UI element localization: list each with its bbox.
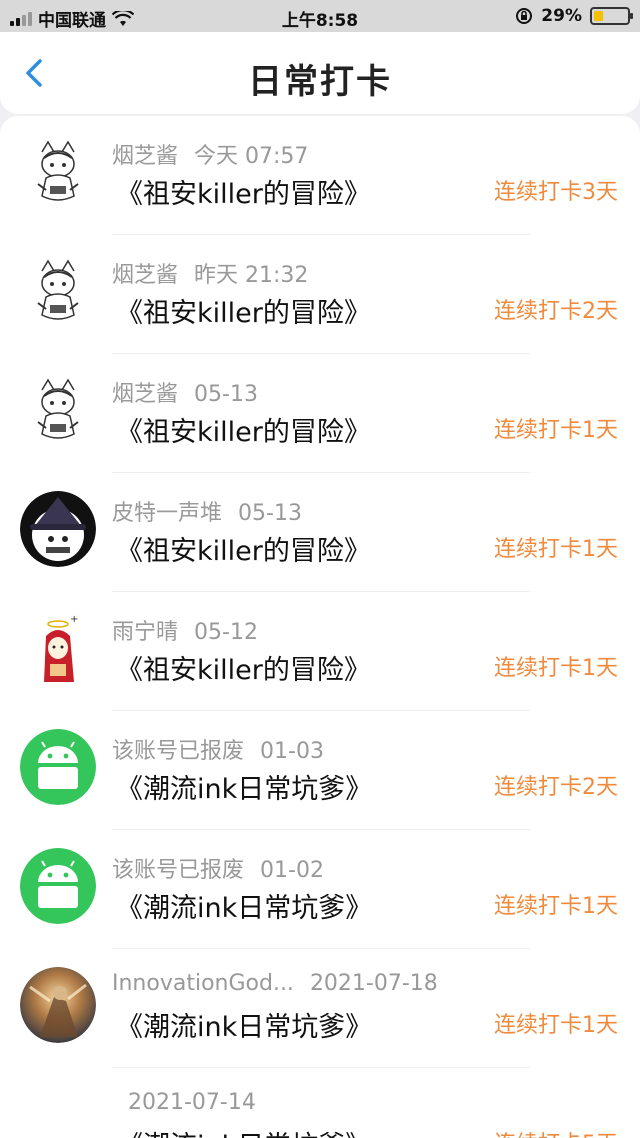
checkin-date: 05-13 xyxy=(194,382,258,407)
checkin-date: 2021-07-18 xyxy=(309,971,438,996)
checkin-date: 今天 07:57 xyxy=(194,144,309,169)
row-meta: 该账号已报废 01-02 xyxy=(112,852,324,884)
checkin-date: 01-02 xyxy=(260,858,324,883)
user-name[interactable]: 该账号已报废 xyxy=(112,858,244,883)
streak-label: 连续打卡5天 xyxy=(494,1126,618,1138)
book-title[interactable]: 《祖安killer的冒险》 xyxy=(116,410,371,449)
user-avatar[interactable] xyxy=(20,967,96,1043)
checkin-row[interactable]: 烟芝酱 05-13 《祖安killer的冒险》 连续打卡1天 xyxy=(0,354,640,473)
user-avatar[interactable]: + xyxy=(20,610,96,686)
nav-header: 日常打卡 xyxy=(0,32,640,114)
user-avatar[interactable] xyxy=(20,253,96,329)
user-avatar[interactable] xyxy=(20,848,96,924)
status-bar: 中国联通 上午8:58 29% xyxy=(0,0,640,32)
checkin-date: 05-13 xyxy=(238,501,302,526)
row-meta: 2021-07-14 xyxy=(128,1090,256,1115)
book-title[interactable]: 《潮流ink日常坑爹》 xyxy=(116,1005,372,1044)
checkin-date: 05-12 xyxy=(194,620,258,645)
page-title: 日常打卡 xyxy=(248,62,392,102)
checkin-row[interactable]: 烟芝酱 今天 07:57 《祖安killer的冒险》 连续打卡3天 xyxy=(0,116,640,235)
streak-label: 连续打卡1天 xyxy=(494,537,618,562)
streak-label: 连续打卡2天 xyxy=(494,775,618,800)
streak-label: 连续打卡1天 xyxy=(494,894,618,919)
user-name[interactable]: 雨宁晴 xyxy=(112,620,178,645)
status-right: 29% xyxy=(515,6,633,26)
book-title[interactable]: 《潮流ink日常坑爹》 xyxy=(116,1124,372,1138)
checkin-row[interactable]: 烟芝酱 昨天 21:32 《祖安killer的冒险》 连续打卡2天 xyxy=(0,235,640,354)
row-meta: 烟芝酱 昨天 21:32 xyxy=(112,257,308,289)
row-meta: 皮特一声堆 05-13 xyxy=(112,495,302,527)
checkin-row[interactable]: 皮特一声堆 05-13 《祖安killer的冒险》 连续打卡1天 xyxy=(0,473,640,592)
checkin-date: 2021-07-14 xyxy=(128,1090,256,1115)
row-meta: 雨宁晴 05-12 xyxy=(112,614,258,646)
book-title[interactable]: 《祖安killer的冒险》 xyxy=(116,648,371,687)
user-name[interactable]: InnovationGod... xyxy=(112,971,294,996)
row-meta: 该账号已报废 01-03 xyxy=(112,733,324,765)
row-meta: 烟芝酱 05-13 xyxy=(112,376,258,408)
streak-label: 连续打卡1天 xyxy=(494,656,618,681)
book-title[interactable]: 《潮流ink日常坑爹》 xyxy=(116,767,372,806)
rotation-lock-icon xyxy=(516,8,533,24)
checkin-date: 昨天 21:32 xyxy=(194,263,309,288)
checkin-list: 烟芝酱 今天 07:57 《祖安killer的冒险》 连续打卡3天 烟芝酱 昨天 21:3… xyxy=(0,116,640,1138)
book-title[interactable]: 《祖安killer的冒险》 xyxy=(116,529,371,568)
checkin-row[interactable]: InnovationGod... 2021-07-18 《潮流ink日常坑爹》 连续打… xyxy=(0,949,640,1068)
checkin-row[interactable]: + 雨宁晴 05-12 《祖安killer的冒险》 连续打卡1天 xyxy=(0,592,640,711)
checkin-date: 01-03 xyxy=(260,739,324,764)
book-title[interactable]: 《潮流ink日常坑爹》 xyxy=(116,886,372,925)
svg-text:+: + xyxy=(70,614,78,625)
streak-label: 连续打卡1天 xyxy=(494,418,618,443)
checkin-row[interactable]: 该账号已报废 01-02 《潮流ink日常坑爹》 连续打卡1天 xyxy=(0,830,640,949)
user-name[interactable]: 皮特一声堆 xyxy=(112,501,222,526)
user-name[interactable]: 烟芝酱 xyxy=(112,382,178,407)
checkin-row[interactable]: 该账号已报废 01-03 《潮流ink日常坑爹》 连续打卡2天 xyxy=(0,711,640,830)
battery-icon xyxy=(590,7,633,25)
row-meta: 烟芝酱 今天 07:57 xyxy=(112,138,308,170)
streak-label: 连续打卡2天 xyxy=(494,299,618,324)
user-avatar[interactable] xyxy=(20,729,96,805)
row-meta: InnovationGod... 2021-07-18 xyxy=(112,971,438,996)
streak-label: 连续打卡3天 xyxy=(494,180,618,205)
user-name[interactable]: 该账号已报废 xyxy=(112,739,244,764)
streak-label: 连续打卡1天 xyxy=(494,1013,618,1038)
book-title[interactable]: 《祖安killer的冒险》 xyxy=(116,291,371,330)
user-avatar[interactable] xyxy=(20,372,96,448)
battery-percent: 29% xyxy=(541,6,582,26)
user-name[interactable]: 烟芝酱 xyxy=(112,263,178,288)
book-title[interactable]: 《祖安killer的冒险》 xyxy=(116,172,371,211)
user-name[interactable]: 烟芝酱 xyxy=(112,144,178,169)
checkin-row[interactable]: 2021-07-14 《潮流ink日常坑爹》 连续打卡5天 xyxy=(0,1068,640,1138)
user-avatar[interactable] xyxy=(20,134,96,210)
user-avatar[interactable] xyxy=(20,491,96,567)
